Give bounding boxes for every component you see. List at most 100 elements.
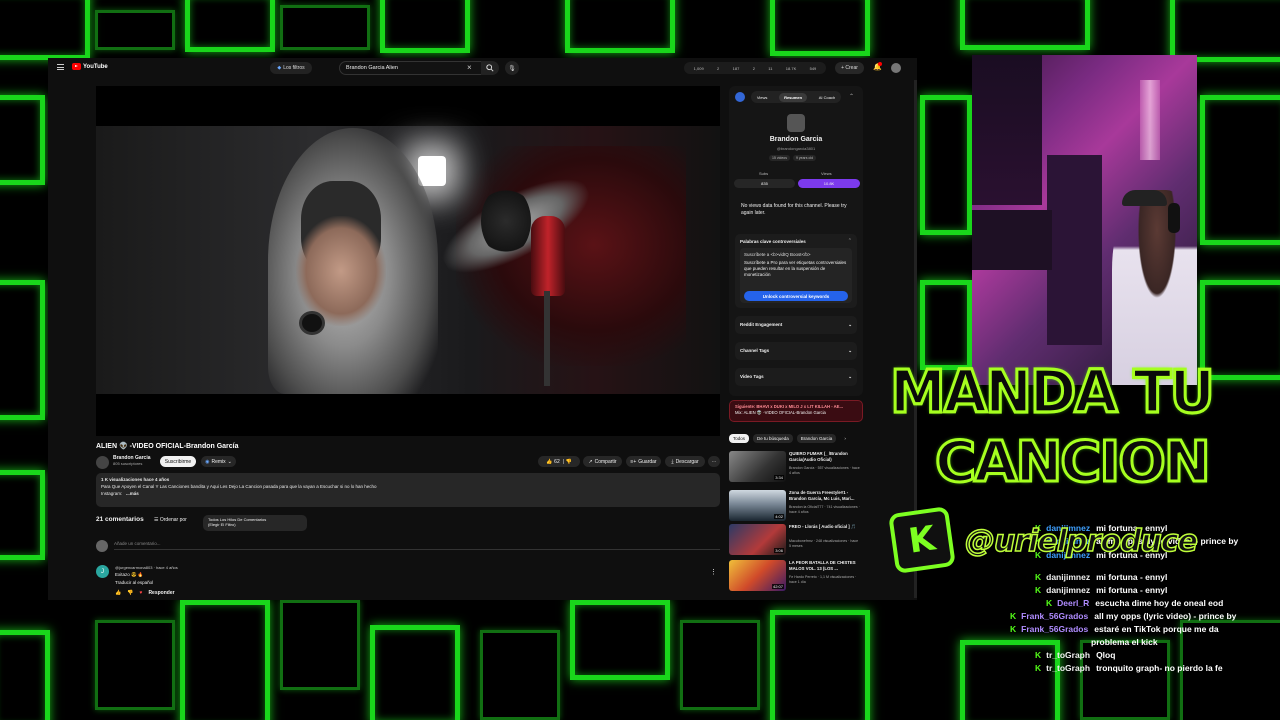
account-avatar[interactable]	[891, 63, 901, 73]
search-input[interactable]: Brandon Garcia Alien	[339, 61, 483, 75]
thumbs-down-icon[interactable]: 👎	[127, 590, 133, 596]
reply-button[interactable]: Responder	[148, 590, 174, 596]
commenter-avatar[interactable]: J	[96, 565, 109, 578]
vidiq-logo-icon[interactable]	[735, 92, 745, 102]
acoustic-panel	[972, 55, 1042, 205]
translate-link[interactable]: Traducir al español	[115, 580, 153, 585]
chevron-up-icon[interactable]: ⌃	[848, 238, 852, 244]
microphone-button[interactable]: 🎙	[505, 61, 519, 75]
more-icon: ⋯	[711, 458, 717, 465]
recommended-video[interactable]: 3:06 FREO - Llorás [ Audio oficial ] 🎵 M…	[729, 524, 867, 556]
youtube-play-icon	[72, 63, 81, 70]
promo-title: Suscríbete a <b>vidIQ Boost</b>	[744, 252, 811, 257]
channel-avatar[interactable]	[96, 456, 109, 469]
keywords-title[interactable]: Palabras clave controversiales	[740, 239, 806, 244]
tab-resumen[interactable]: Resumen	[779, 92, 808, 102]
channel-tags-section[interactable]: Channel Tags ⌄	[735, 342, 857, 360]
add-comment-input[interactable]: Añade un comentario...	[114, 541, 720, 550]
section-label: Video Tags	[740, 374, 764, 379]
stat-value: 11	[768, 65, 773, 71]
show-more-link[interactable]: ...más	[126, 491, 139, 496]
kick-icon: K	[1035, 585, 1042, 595]
banner-line-1: MANDA TU	[889, 357, 1217, 428]
save-button[interactable]: ≡+ Guardar	[626, 456, 661, 467]
share-icon: ↗	[588, 458, 593, 465]
rec-title: QUIERO FUMAR (_ /Brandon García(Audio Of…	[789, 451, 848, 462]
chat-message: K Frank_56Grados estaré en TikTok porque m…	[1010, 623, 1219, 635]
video-mic-stand	[544, 291, 550, 386]
channel-chips: 15 videos 9 years old	[769, 155, 817, 161]
rec-title: FREO - Llorás [ Audio oficial ] 🎵	[789, 524, 857, 529]
comments-count: 21 comentarios	[96, 516, 144, 523]
download-button[interactable]: ⤓ Descargar	[665, 456, 705, 467]
chat-user: tr_toGraph	[1046, 663, 1091, 673]
remix-button[interactable]: ◉ Remix ⌄	[201, 456, 236, 467]
more-actions-button[interactable]: ⋯	[708, 456, 720, 467]
panel-channel-name: Brandon Garcia	[769, 136, 823, 143]
comment-filter-dropdown[interactable]: Todos Los Hilos De Comentarios (Elegir E…	[203, 515, 307, 531]
youtube-window: YouTube ◆ Los filtros Brandon Garcia Ali…	[48, 58, 917, 600]
kick-icon: K	[1035, 663, 1042, 673]
up-next-banner[interactable]: Siguiente: BHAVI x DUKI x MILO J x LIT K…	[729, 400, 863, 422]
description-text: Para Que Apoyen el Canal Y Las Canciones…	[101, 484, 377, 489]
youtube-logo[interactable]: YouTube	[72, 63, 108, 70]
like-dislike-button[interactable]: 👍 62 | 👎	[538, 456, 580, 467]
youtube-header: YouTube ◆ Los filtros Brandon Garcia Ali…	[48, 58, 917, 78]
tab-ai-coach[interactable]: AI Coach	[819, 95, 835, 100]
vidiq-stats-bar[interactable]: 1,009 2 187 2 11 18.7K 549	[684, 62, 826, 74]
recommended-video[interactable]: 4:02 Zona de Guerra Freestyle#1 - Brando…	[729, 490, 867, 522]
search-button[interactable]	[481, 61, 499, 75]
thumbs-up-icon[interactable]: 👍	[115, 590, 121, 596]
share-button[interactable]: ↗ Compartir	[583, 456, 622, 467]
subscribe-button[interactable]: Suscribirme	[160, 456, 196, 467]
unlock-keywords-button[interactable]: Unlock controversial keywords	[744, 291, 848, 301]
filters-chip[interactable]: ◆ Los filtros	[270, 62, 312, 74]
rec-title: LA PEOR BATALLA DE CHISTES MALOS VOL. 13…	[789, 560, 856, 571]
chat-user: tr_toGraph	[1046, 650, 1091, 660]
tab-brandon-garcia[interactable]: Brandon Garcia	[796, 434, 837, 443]
webcam-feed	[972, 55, 1197, 385]
tab-todos[interactable]: Todos	[729, 434, 750, 443]
hamburger-menu-icon[interactable]	[57, 64, 64, 70]
reddit-engagement-section[interactable]: Reddit Engagement ⌄	[735, 316, 857, 334]
create-label: Crear	[845, 65, 858, 71]
stat-value: 2	[717, 65, 720, 71]
chat-message: Kdanijimnez mi fortuna - ennyl	[1035, 584, 1167, 596]
rec-title: Zona de Guerra Freestyle#1 - Brandon Gar…	[789, 490, 855, 501]
section-label: Channel Tags	[740, 348, 770, 353]
vidiq-panel: Views Resumen AI Coach ⌃ Brandon Garcia …	[729, 86, 863, 396]
videos-chip: 15 videos	[769, 155, 790, 161]
recommended-video[interactable]: 3:34 QUIERO FUMAR (_ /Brandon García(Aud…	[729, 451, 867, 483]
chat-message: Kdanijimnez mi fortuna - ennyl	[1035, 571, 1167, 583]
rec-meta: Brandon la Oficial777 · 741 visualizacio…	[789, 505, 860, 514]
chat-message: K Deerl_R escucha dime hoy de oneal eod	[1046, 597, 1223, 609]
panel-channel-avatar	[787, 114, 805, 132]
chat-user: Frank_56Grados	[1021, 611, 1089, 621]
clear-search-icon[interactable]: ×	[467, 63, 472, 72]
tab-views[interactable]: Views	[757, 95, 768, 100]
comment-author[interactable]: @jurgencarmona803 · hace 4 años	[115, 565, 178, 570]
chat-text: all my opps (lyric video) - prince by	[1094, 611, 1237, 621]
chat-text: estaré en TikTok porque me da	[1094, 624, 1219, 634]
comment-actions: 👍 👎 ♥ Responder	[115, 590, 175, 596]
instagram-label: Instagram:	[101, 491, 123, 496]
sort-comments-button[interactable]: ☰ Ordenar por	[154, 517, 187, 523]
collapse-icon[interactable]: ⌃	[849, 93, 854, 100]
video-thumbnail: 3:34	[729, 451, 786, 482]
kick-icon: K	[1035, 650, 1042, 660]
chat-user: Deerl_R	[1057, 598, 1090, 608]
video-microphone	[531, 216, 565, 296]
stat-value: 187	[732, 65, 740, 71]
download-label: Descargar	[675, 458, 699, 465]
chevron-right-icon[interactable]: ›	[840, 434, 850, 443]
comment-more-icon[interactable]: ⋮	[710, 568, 717, 576]
create-button[interactable]: + Crear	[835, 62, 864, 74]
video-player[interactable]	[96, 86, 720, 436]
video-description[interactable]: 1 K visualizaciones hace 4 años Para Que…	[96, 473, 720, 507]
video-studio-light	[418, 156, 446, 186]
recommended-video[interactable]: 42:07 LA PEOR BATALLA DE CHISTES MALOS V…	[729, 560, 867, 592]
kick-icon: K	[1010, 611, 1017, 621]
tab-from-search[interactable]: De tu búsqueda	[753, 434, 793, 443]
video-thumbnail: 4:02	[729, 490, 786, 521]
video-tags-section[interactable]: Video Tags ⌄	[735, 368, 857, 386]
